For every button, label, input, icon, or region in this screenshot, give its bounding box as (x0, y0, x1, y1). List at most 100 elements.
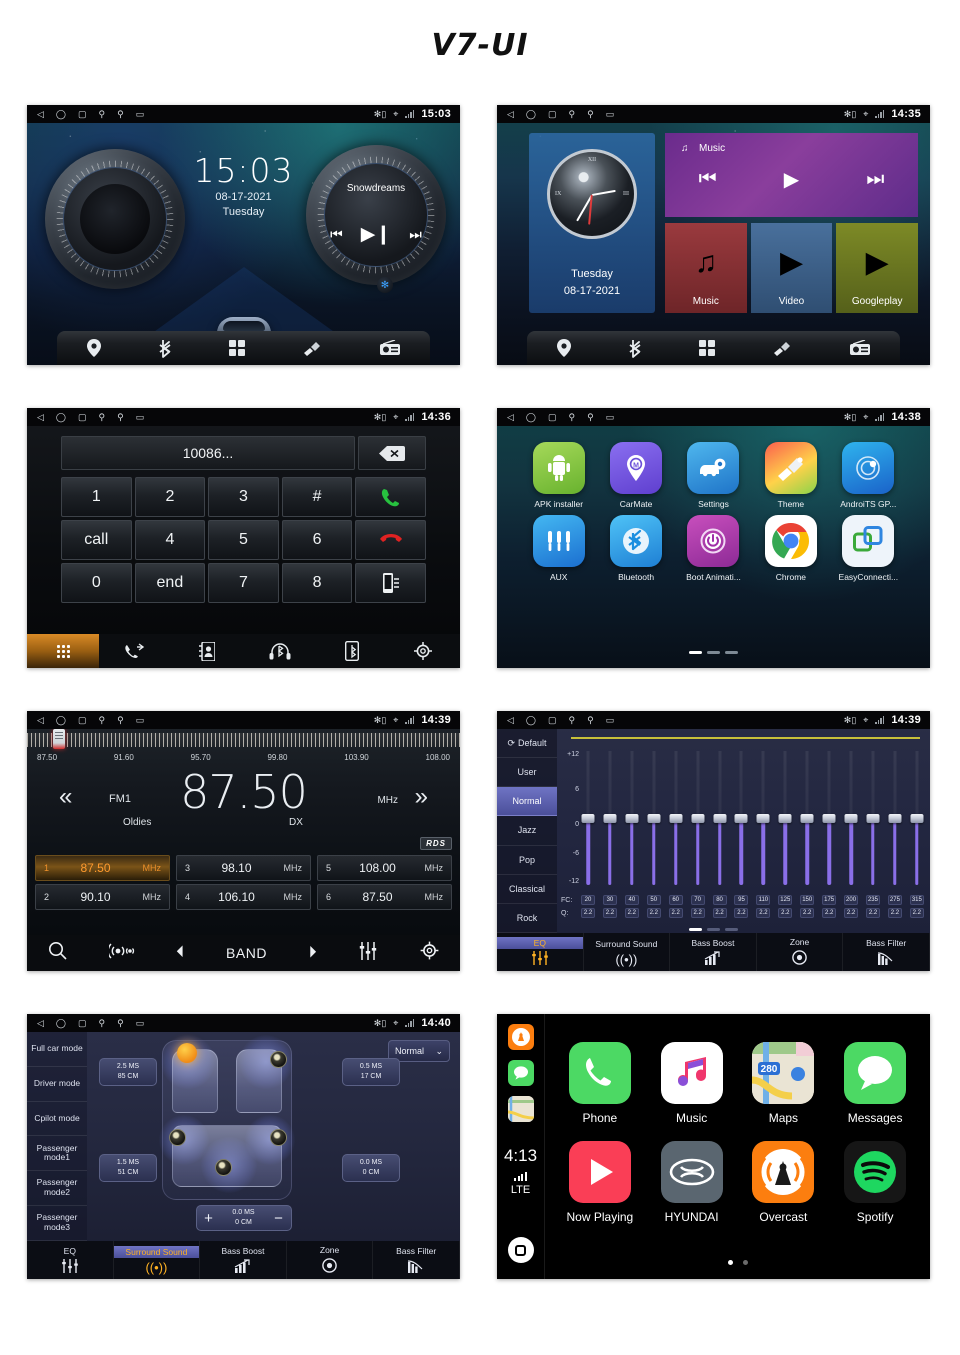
prev-station-button[interactable]: ⏴ (176, 944, 184, 962)
play-pause-button[interactable]: ▶❙ (361, 223, 392, 246)
slider-knob[interactable] (669, 814, 683, 823)
page-dot[interactable] (689, 928, 702, 931)
panel-dialer[interactable]: ◁ ◯ ▢ ⚲ ⚲ ▭ ✻▯ ⌖ 14:36 10086... 1 2 3 # … (27, 408, 460, 668)
eq-q-chip[interactable]: 2.2 (778, 908, 793, 918)
theme-brush-icon[interactable] (773, 340, 792, 357)
search-icon[interactable] (48, 941, 67, 965)
carplay-app-grid[interactable]: Phone Music 280 Maps Messages Now Playin… (561, 1042, 914, 1224)
slider-knob[interactable] (822, 814, 836, 823)
eq-band-slider[interactable] (625, 751, 639, 885)
tab-bass-filter[interactable]: Bass Filter (843, 933, 930, 971)
carplay-app-now-playing[interactable]: Now Playing (561, 1141, 639, 1224)
recents-icon[interactable]: ▢ (548, 109, 557, 119)
app-carmate[interactable]: M CarMate (600, 442, 671, 509)
eq-q-chip[interactable]: 2.2 (734, 908, 749, 918)
eq-preset-user[interactable]: User (497, 758, 557, 788)
mode-passenger-3[interactable]: Passenger mode3 (27, 1206, 87, 1241)
dock-bar[interactable] (57, 331, 430, 365)
bluetooth-icon[interactable]: ✻ (377, 277, 393, 293)
back-icon[interactable]: ◁ (507, 412, 514, 422)
seek-down-button[interactable]: « (59, 783, 72, 811)
eq-fc-chip[interactable]: 150 (800, 895, 815, 905)
eq-band-slider[interactable] (844, 751, 858, 885)
eq-q-chip[interactable]: 2.2 (602, 908, 617, 918)
tile-googleplay[interactable]: ▶ Googleplay (836, 223, 919, 313)
preset-6[interactable]: 6 87.50 MHz (317, 884, 452, 910)
carplay-app-music[interactable]: Music (653, 1042, 731, 1125)
theme-brush-icon[interactable] (303, 340, 322, 357)
carplay-sidebar[interactable]: 4:13 LTE (497, 1014, 545, 1279)
eq-band-slider[interactable] (866, 751, 880, 885)
eq-fc-chip[interactable]: 125 (778, 895, 793, 905)
dialer-bottom-bar[interactable] (27, 634, 460, 668)
panel-carplay[interactable]: 4:13 LTE Phone Music 280 Maps Messages N… (497, 1014, 930, 1279)
eq-preset-default[interactable]: ⟳ Default (497, 729, 557, 759)
eq-fc-chip[interactable]: 235 (865, 895, 880, 905)
page-dot[interactable] (725, 928, 738, 931)
dock-bar[interactable] (527, 331, 900, 365)
page-dot[interactable] (707, 928, 720, 931)
rds-badge[interactable]: RDS (420, 837, 452, 850)
band-button[interactable]: BAND (226, 945, 267, 961)
slider-knob[interactable] (647, 814, 661, 823)
eq-band-slider[interactable] (691, 751, 705, 885)
eq-fc-chip[interactable]: 200 (844, 895, 859, 905)
slider-knob[interactable] (844, 814, 858, 823)
mode-cpilot[interactable]: Cpilot mode (27, 1102, 87, 1137)
play-button[interactable]: ▶ (784, 167, 799, 192)
slider-knob[interactable] (910, 814, 924, 823)
dialed-number[interactable]: 10086... (61, 436, 355, 470)
panel-surround-sound[interactable]: ◁ ◯ ▢ ⚲ ⚲ ▭ ✻▯ ⌖ 14:40 Full car mode Dri… (27, 1014, 460, 1279)
preset-1[interactable]: 1 87.50 MHz (35, 855, 170, 881)
preset-list[interactable]: 1 87.50 MHz 3 98.10 MHz 5 108.00 MHz 2 9… (35, 855, 452, 910)
key-8[interactable]: end (134, 563, 206, 603)
eq-sliders[interactable] (581, 751, 924, 885)
app-tiles[interactable]: ♫ Music ▶ Video ▶ Googleplay (665, 223, 919, 313)
page-dot[interactable] (725, 651, 738, 654)
radio-bottom-bar[interactable]: ⏴ BAND ⏵ (27, 935, 460, 971)
eq-q-chip[interactable]: 2.2 (624, 908, 639, 918)
decrease-button[interactable]: − (267, 1210, 291, 1227)
transfer-call-icon[interactable] (355, 563, 426, 603)
eq-fc-chip[interactable]: 315 (909, 895, 924, 905)
seek-up-button[interactable]: » (415, 783, 428, 811)
eq-band-slider[interactable] (669, 751, 683, 885)
surround-mode-list[interactable]: Full car mode Driver mode Cpilot mode Pa… (27, 1032, 87, 1241)
home-icon[interactable]: ◯ (56, 109, 66, 119)
tab-zone[interactable]: Zone (756, 933, 844, 971)
tab-bass-boost[interactable]: Bass Boost (670, 933, 757, 971)
app-aux[interactable]: AUX (523, 515, 594, 582)
slider-knob[interactable] (713, 814, 727, 823)
preset-2[interactable]: 2 90.10 MHz (35, 884, 170, 910)
prev-track-button[interactable]: ⏮ (699, 168, 717, 191)
media-controls[interactable]: ⏮ ▶❙ ⏭ (306, 223, 446, 246)
eq-band-slider[interactable] (603, 751, 617, 885)
apps-icon[interactable] (229, 340, 246, 356)
page-dot[interactable] (742, 1260, 748, 1265)
eq-q-chip[interactable]: 2.2 (865, 908, 880, 918)
back-icon[interactable]: ◁ (507, 715, 514, 725)
equalizer-icon[interactable] (358, 941, 378, 965)
home-icon[interactable]: ◯ (526, 412, 536, 422)
next-track-button[interactable]: ⏭ (409, 226, 422, 243)
app-chrome[interactable]: Chrome (755, 515, 826, 582)
tab-zone[interactable]: Zone (286, 1241, 374, 1279)
carplay-home-button[interactable] (507, 1237, 534, 1263)
eq-band-slider[interactable] (910, 751, 924, 885)
eq-preset-pop[interactable]: Pop (497, 846, 557, 875)
back-icon[interactable]: ◁ (37, 715, 44, 725)
eq-q-chip[interactable]: 2.2 (690, 908, 705, 918)
app-boot-animation[interactable]: Boot Animati... (678, 515, 749, 582)
listening-position-marker[interactable] (177, 1043, 197, 1063)
panel-home-screen[interactable]: ◁ ◯ ▢ ⚲ ⚲ ▭ ✻▯ ⌖ 15:03 15:03 08-17-2021 … (27, 105, 460, 365)
eq-fc-chip[interactable]: 95 (734, 895, 749, 905)
mode-passenger-2[interactable]: Passenger mode2 (27, 1171, 87, 1207)
back-icon[interactable]: ◁ (37, 1018, 44, 1028)
key-9[interactable]: 7 (208, 563, 279, 603)
tab-surround-sound[interactable]: Surround Sound ((•)) (583, 933, 671, 971)
panel-radio[interactable]: ◁ ◯ ▢ ⚲ ⚲ ▭ ✻▯ ⌖ 14:39 87.50 91.60 95.70… (27, 711, 460, 971)
slider-knob[interactable] (866, 814, 880, 823)
slider-knob[interactable] (800, 814, 814, 823)
eq-q-chip[interactable]: 2.2 (581, 908, 595, 918)
eq-q-chip[interactable]: 2.2 (756, 908, 771, 918)
